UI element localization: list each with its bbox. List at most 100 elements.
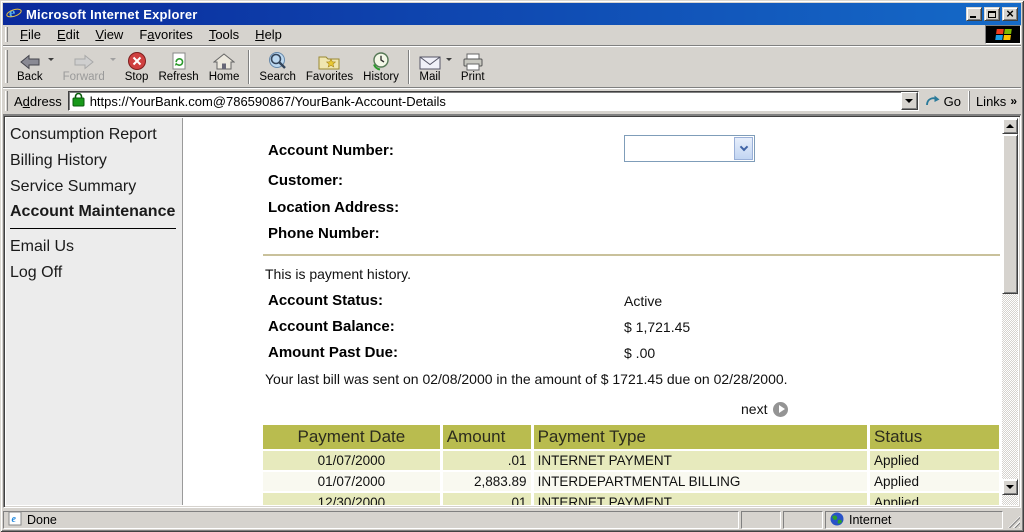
chevron-up-icon <box>1006 124 1014 128</box>
payment-history-intro: This is payment history. <box>265 266 411 282</box>
go-icon <box>925 93 941 110</box>
account-number-value <box>625 136 733 161</box>
menu-item-view[interactable]: View <box>87 25 131 44</box>
section-divider <box>263 254 1000 256</box>
sidebar-active-rule <box>10 228 176 229</box>
status-pane-empty <box>741 511 781 529</box>
mail-dropdown-icon[interactable] <box>446 58 452 61</box>
mail-button[interactable]: Mail <box>414 48 446 86</box>
address-dropdown-button[interactable] <box>901 92 918 110</box>
minimize-button[interactable] <box>966 7 982 21</box>
menu-item-help[interactable]: Help <box>247 25 290 44</box>
scrollbar-thumb[interactable] <box>1002 134 1018 294</box>
account-number-label: Account Number: <box>268 142 394 159</box>
cell-amount: .01 <box>443 451 531 470</box>
sidebar-item-service-summary[interactable]: Service Summary <box>10 174 182 200</box>
addressbar-grip[interactable] <box>5 91 8 112</box>
standard-toolbar: Back Forward Stop Refresh Home <box>3 46 1021 87</box>
vertical-scrollbar[interactable] <box>1002 118 1018 505</box>
scroll-down-button[interactable] <box>1002 479 1018 495</box>
back-button[interactable]: Back <box>12 48 48 86</box>
close-button[interactable]: × <box>1002 7 1018 21</box>
next-label: next <box>741 401 767 417</box>
history-button[interactable]: History <box>358 48 404 86</box>
title-bar: e Microsoft Internet Explorer × <box>3 3 1021 25</box>
ssl-lock-icon <box>72 92 85 110</box>
next-page-link[interactable]: next <box>741 401 788 417</box>
zone-text: Internet <box>849 513 891 527</box>
cell-status: Applied <box>870 472 999 491</box>
mail-icon <box>419 51 441 71</box>
links-button[interactable]: Links » <box>969 91 1021 111</box>
print-button[interactable]: Print <box>456 48 490 86</box>
chevron-right-icon: » <box>1010 94 1017 108</box>
menu-item-favorites[interactable]: Favorites <box>131 25 200 44</box>
sidebar-item-account-maintenance[interactable]: Account Maintenance <box>10 200 182 224</box>
cell-amount: .01 <box>443 493 531 505</box>
favorites-button[interactable]: Favorites <box>301 48 358 86</box>
chevron-down-icon <box>1006 485 1014 489</box>
back-icon <box>19 51 41 71</box>
forward-button[interactable]: Forward <box>58 48 110 86</box>
navigation-sidebar: Consumption Report Billing History Servi… <box>6 118 183 505</box>
account-number-select[interactable] <box>624 135 755 162</box>
address-input[interactable]: https://YourBank.com@786590867/YourBank-… <box>68 91 919 111</box>
forward-dropdown-icon[interactable] <box>110 58 116 61</box>
browser-viewport: Consumption Report Billing History Servi… <box>3 115 1021 508</box>
table-row: 12/30/2000 .01 INTERNET PAYMENT Applied <box>263 493 999 505</box>
col-header-payment-type: Payment Type <box>534 425 867 449</box>
address-label: Address <box>12 94 68 109</box>
payments-table-header-row: Payment Date Amount Payment Type Status <box>263 425 999 449</box>
print-icon <box>462 51 484 71</box>
ie-logo-icon: e <box>6 4 22 25</box>
scroll-up-button[interactable] <box>1002 118 1018 134</box>
go-button[interactable]: Go <box>919 93 969 110</box>
customer-label: Customer: <box>268 172 343 189</box>
stop-button[interactable]: Stop <box>120 48 154 86</box>
internet-globe-icon <box>830 512 844 529</box>
menu-item-file[interactable]: File <box>12 25 49 44</box>
amount-past-due-label: Amount Past Due: <box>268 344 398 361</box>
toolbar-separator <box>248 50 250 84</box>
search-icon <box>268 51 288 71</box>
sidebar-item-email-us[interactable]: Email Us <box>10 234 182 260</box>
select-arrow-button[interactable] <box>734 137 753 160</box>
menu-item-tools[interactable]: Tools <box>201 25 247 44</box>
address-url-text: https://YourBank.com@786590867/YourBank-… <box>90 94 446 109</box>
col-header-status: Status <box>870 425 999 449</box>
location-address-label: Location Address: <box>268 199 399 216</box>
next-arrow-icon[interactable] <box>773 402 788 417</box>
table-row: 01/07/2000 2,883.89 INTERDEPARTMENTAL BI… <box>263 472 999 491</box>
account-status-value: Active <box>624 293 662 309</box>
svg-text:e: e <box>9 6 15 20</box>
col-header-payment-date: Payment Date <box>263 425 440 449</box>
menubar-grip[interactable] <box>5 27 8 42</box>
history-icon <box>371 51 391 71</box>
back-dropdown-icon[interactable] <box>48 58 54 61</box>
sidebar-item-log-off[interactable]: Log Off <box>10 260 182 286</box>
status-pane-empty <box>783 511 823 529</box>
menu-item-edit[interactable]: Edit <box>49 25 87 44</box>
status-bar: e Done Internet <box>3 509 1021 529</box>
cell-payment-date: 01/07/2000 <box>263 451 440 470</box>
forward-icon <box>73 51 95 71</box>
browser-window: e Microsoft Internet Explorer × File Edi… <box>0 0 1024 532</box>
table-row: 01/07/2000 .01 INTERNET PAYMENT Applied <box>263 451 999 470</box>
status-pane: e Done <box>3 511 739 529</box>
resize-grip[interactable] <box>1005 511 1021 529</box>
account-balance-value: $ 1,721.45 <box>624 319 690 335</box>
refresh-button[interactable]: Refresh <box>153 48 203 86</box>
account-status-label: Account Status: <box>268 292 383 309</box>
sidebar-item-billing-history[interactable]: Billing History <box>10 148 182 174</box>
sidebar-item-consumption-report[interactable]: Consumption Report <box>10 122 182 148</box>
toolbar-grip[interactable] <box>5 50 8 83</box>
status-text: Done <box>27 513 57 527</box>
toolbar-separator <box>408 50 410 84</box>
search-button[interactable]: Search <box>254 48 300 86</box>
maximize-button[interactable] <box>984 7 1000 21</box>
maximize-icon <box>988 11 996 18</box>
chevron-down-icon <box>739 143 747 151</box>
favorites-icon <box>318 51 340 71</box>
minimize-icon <box>970 16 976 18</box>
home-button[interactable]: Home <box>204 48 245 86</box>
